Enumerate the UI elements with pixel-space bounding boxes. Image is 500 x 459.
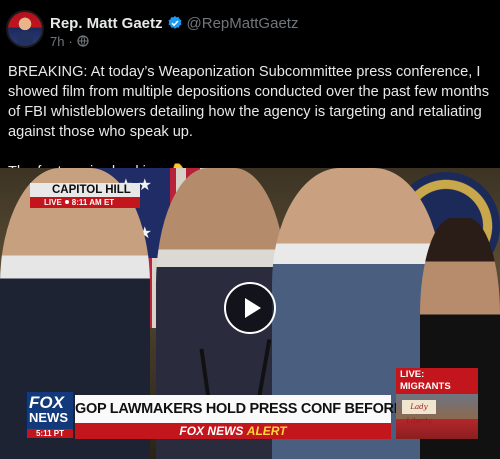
live-time: 8:11 AM ET (71, 198, 115, 207)
live-strip: LIVE 8:11 AM ET (30, 197, 140, 208)
live-label: LIVE (44, 198, 62, 207)
alert-bar: FOX NEWS ALERT (75, 423, 391, 439)
tweet-text: BREAKING: At today’s Weaponization Subco… (8, 62, 492, 182)
side-video-sign: Lady Liberty (402, 400, 436, 425)
play-icon[interactable] (224, 282, 276, 334)
network-logo-line2: NEWS (29, 410, 68, 425)
author-handle[interactable]: @RepMattGaetz (187, 15, 299, 32)
tweet-header: Rep. Matt Gaetz @RepMattGaetz 7h · (0, 0, 500, 56)
headline-chyron: GOP LAWMAKERS HOLD PRESS CONF BEFORE FBI… (75, 395, 498, 423)
alert-brand: FOX NEWS (179, 424, 244, 438)
author-row: Rep. Matt Gaetz @RepMattGaetz (50, 13, 298, 33)
network-time: 5:11 PT (27, 429, 73, 438)
network-logo: FOX NEWS 5:11 PT (26, 391, 74, 438)
author-name[interactable]: Rep. Matt Gaetz (50, 15, 163, 32)
timestamp[interactable]: 7h (50, 34, 64, 49)
network-logo-line1: FOX (29, 393, 64, 412)
tweet-paragraph-1: BREAKING: At today’s Weaponization Subco… (8, 64, 490, 140)
avatar[interactable] (6, 10, 44, 48)
live-dot (64, 200, 69, 204)
location-banner: CAPITOL HILL LIVE 8:11 AM ET (30, 183, 140, 208)
globe-icon (77, 35, 89, 47)
verified-badge-icon (168, 16, 181, 29)
location-title: CAPITOL HILL (30, 183, 140, 197)
alert-word: ALERT (246, 424, 287, 438)
side-live-banner: LIVE: MIGRANTS ARRIVE IN NYC (396, 368, 478, 404)
tweet-meta: 7h · (50, 33, 89, 49)
meta-separator: · (68, 33, 73, 49)
side-live-video: Lady Liberty (396, 394, 478, 439)
